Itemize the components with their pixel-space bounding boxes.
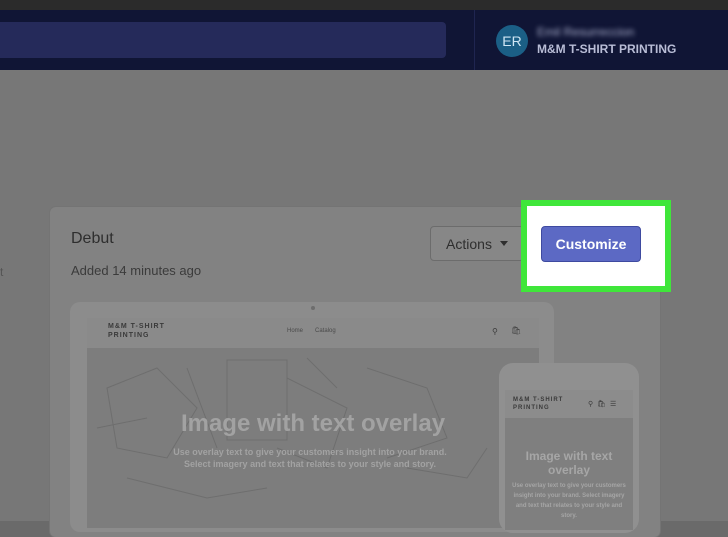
theme-name: Debut [71,230,114,247]
avatar[interactable]: ER [496,25,528,57]
caret-down-icon [499,241,508,246]
desktop-preview-nav-catalog: Catalog [315,328,336,334]
sidebar-partial-text: t [0,265,4,279]
theme-added-time: Added 14 minutes ago [71,263,202,278]
browser-strip [0,0,728,10]
desktop-preview-nav-home: Home [287,328,304,334]
actions-label: Actions [446,235,492,252]
search-icon: ⚲ [492,327,498,336]
search-icon: ⚲ [588,401,594,408]
mobile-preview-logo: M&M T-SHIRT PRINTING [513,397,564,411]
camera-dot [311,306,315,310]
hamburger-menu-icon: ☰ [610,401,617,408]
desktop-preview-sketch-image [96,357,488,499]
desktop-preview-heading: Image with text overlay [180,410,446,437]
shopping-bag-icon: 🛍 [597,401,607,408]
mobile-preview-heading: Image with text overlay [525,449,613,477]
user-name[interactable]: Emil Resurreccion [537,25,697,39]
store-name[interactable]: M&M T-SHIRT PRINTING [537,42,676,56]
mobile-preview-icons: ⚲ 🛍 ☰ [588,400,616,408]
shopping-bag-icon: 🛍 [511,326,522,335]
desktop-preview-logo: M&M T-SHIRT PRINTING [108,323,165,339]
customize-button[interactable]: Customize [541,226,641,262]
desktop-preview-body: Use overlay text to give your customers … [173,447,447,469]
header-divider [474,10,475,70]
mobile-preview-body: Use overlay text to give your customers … [512,483,626,519]
actions-button[interactable]: Actions [430,226,524,261]
search-bar[interactable] [0,22,446,58]
